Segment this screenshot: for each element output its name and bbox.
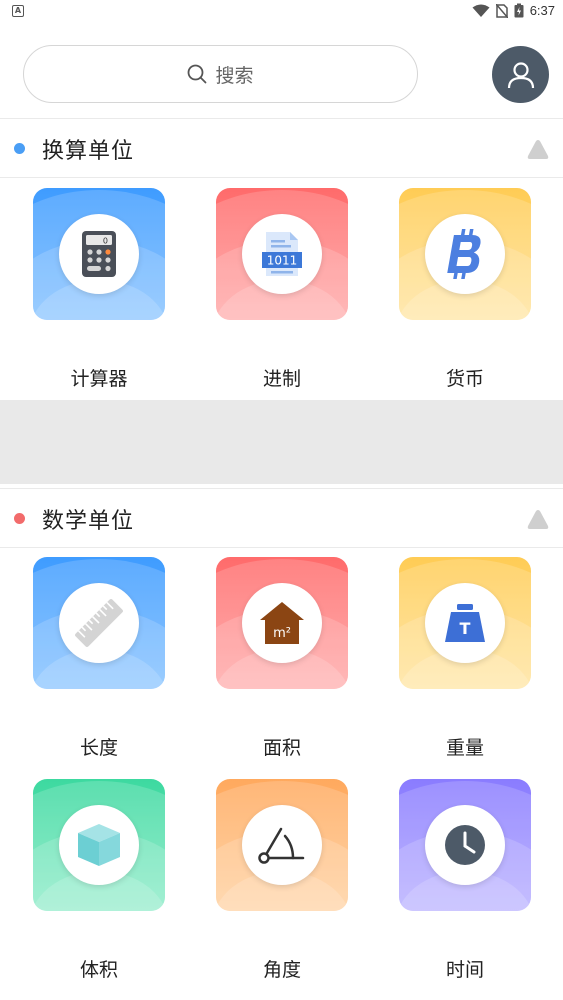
battery-charging-icon — [514, 3, 524, 18]
tile-time[interactable] — [399, 779, 531, 911]
tile-icon-circle — [242, 805, 322, 885]
bitcoin-icon — [447, 229, 481, 279]
tile-label-area: 面积 — [262, 737, 301, 759]
tile-label-length: 长度 — [79, 737, 118, 759]
collapse-triangle-icon[interactable] — [527, 138, 549, 160]
tile-icon-circle — [59, 583, 139, 663]
section-separator — [0, 400, 563, 484]
tile-icon-circle — [425, 214, 505, 294]
house-area-icon: m² — [260, 602, 304, 644]
tile-label-angle: 角度 — [262, 959, 301, 981]
notification-icon: A — [12, 5, 24, 17]
tile-label-time: 时间 — [445, 959, 484, 981]
tile-base-conversion[interactable]: 1011 — [216, 188, 348, 320]
search-input[interactable]: 搜索 — [23, 45, 418, 103]
tile-icon-circle — [425, 805, 505, 885]
binary-file-icon: 1011 — [262, 232, 302, 276]
calculator-icon: 0 — [82, 231, 116, 277]
section-header-math[interactable]: 数学单位 — [0, 488, 563, 548]
user-avatar-button[interactable] — [492, 46, 549, 103]
tile-label-weight: 重量 — [445, 737, 484, 759]
section-title: 换算单位 — [42, 139, 135, 164]
section-header-conversion[interactable]: 换算单位 — [0, 118, 563, 178]
tile-calculator[interactable]: 0 — [33, 188, 165, 320]
search-icon — [188, 64, 207, 84]
section-title: 数学单位 — [42, 509, 135, 534]
section-dot — [14, 513, 25, 524]
clock-icon — [445, 825, 485, 865]
ruler-icon — [75, 599, 123, 647]
svg-text:T: T — [460, 619, 471, 638]
no-sim-icon — [495, 3, 508, 18]
weight-icon: T — [445, 604, 485, 642]
tile-weight[interactable]: T — [399, 557, 531, 689]
tile-angle[interactable] — [216, 779, 348, 911]
wifi-icon — [472, 4, 490, 17]
tile-area[interactable]: m² — [216, 557, 348, 689]
section-dot — [14, 143, 25, 154]
svg-text:m²: m² — [273, 626, 291, 641]
status-bar: A 6:37 — [0, 0, 563, 24]
tile-label-volume: 体积 — [79, 959, 118, 981]
tile-icon-circle: 1011 — [242, 214, 322, 294]
status-icons: 6:37 — [472, 3, 555, 18]
clock-text: 6:37 — [529, 3, 555, 18]
angle-icon — [258, 827, 305, 864]
tile-label-calculator: 计算器 — [70, 368, 128, 390]
tile-icon-circle — [59, 805, 139, 885]
svg-text:0: 0 — [103, 237, 108, 246]
collapse-triangle-icon[interactable] — [527, 508, 549, 530]
user-icon — [507, 61, 534, 88]
tile-label-currency: 货币 — [445, 368, 484, 390]
tile-icon-circle: m² — [242, 583, 322, 663]
tile-icon-circle: T — [425, 583, 505, 663]
svg-text:1011: 1011 — [267, 254, 298, 268]
cube-icon — [78, 824, 120, 866]
search-placeholder: 搜索 — [215, 64, 254, 87]
tile-icon-circle: 0 — [59, 214, 139, 294]
tile-currency[interactable] — [399, 188, 531, 320]
tile-label-base: 进制 — [262, 368, 301, 390]
tile-volume[interactable] — [33, 779, 165, 911]
tile-length[interactable] — [33, 557, 165, 689]
